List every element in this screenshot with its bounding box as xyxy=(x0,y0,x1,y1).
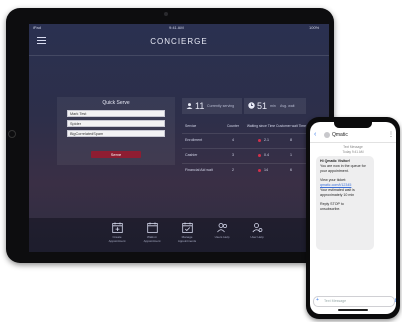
dock-label: Users Help xyxy=(214,235,230,239)
phone-device: ‹ Qmatic ⋮ Text Message Today 9:41 AM Hi… xyxy=(306,117,400,319)
calendar-check-icon xyxy=(181,222,193,233)
stat-wait: 51 min Avg. wait xyxy=(244,98,306,114)
dock-users-help[interactable]: Users Help xyxy=(209,222,235,239)
status-battery: 100% xyxy=(309,25,320,30)
app-header: CONCIERGE xyxy=(29,32,329,54)
stat-wait-value: 51 xyxy=(257,101,268,111)
stat-serving-label: Currently serving xyxy=(207,104,235,108)
message-line: your appointment. xyxy=(320,169,349,173)
message-timestamp: Text Message Today 9:41 AM xyxy=(342,145,364,154)
users-icon xyxy=(186,103,193,109)
message-line: Reply STOP to xyxy=(320,202,344,206)
row-wait: 2.1 xyxy=(264,138,269,142)
row-wait: 14 xyxy=(264,168,268,172)
phone-screen: ‹ Qmatic ⋮ Text Message Today 9:41 AM Hi… xyxy=(310,122,396,314)
quick-serve-field-name[interactable]: Mark Test xyxy=(67,110,165,117)
table-header-customer-wait[interactable]: Customer wait Time xyxy=(276,119,306,132)
alert-dot-icon xyxy=(258,138,261,142)
stat-wait-unit: min xyxy=(270,104,276,108)
calendar-add-icon xyxy=(111,222,123,233)
compose-placeholder: Text Message xyxy=(324,299,347,303)
quick-serve-panel: Quick Serve Mark Test Spider BigCorrelat… xyxy=(57,97,175,165)
message-line: unsubscribe. xyxy=(320,207,341,211)
status-bar: iPad 9:41 AM 100% xyxy=(29,24,329,32)
row-avg: 8 xyxy=(290,138,292,142)
table-row[interactable]: Financial Aid wait 2 14 6 xyxy=(182,163,306,178)
tablet-device: iPad 9:41 AM 100% CONCIERGE Quick Serve … xyxy=(6,8,334,263)
row-avg: 1 xyxy=(290,153,292,157)
table-header-waiting[interactable]: Waiting since Time xyxy=(246,119,276,132)
stat-wait-label: Avg. wait xyxy=(280,104,295,108)
clock-icon xyxy=(248,102,255,109)
message-bubble: Hi Qmatic Visitor! You are now in the qu… xyxy=(316,156,374,250)
bottom-dock: Create Appointment Walk-in Appointment M… xyxy=(29,218,329,252)
home-indicator xyxy=(338,309,368,311)
more-icon[interactable]: ⋮ xyxy=(388,131,394,138)
row-counter: 4 xyxy=(232,138,234,142)
status-time: 9:41 AM xyxy=(169,25,184,30)
tablet-home-button[interactable] xyxy=(8,130,16,138)
serve-button[interactable]: Serve xyxy=(91,151,141,158)
tablet-screen: iPad 9:41 AM 100% CONCIERGE Quick Serve … xyxy=(29,24,329,252)
message-compose-field[interactable]: + Text Message xyxy=(313,296,395,307)
dock-create-appointment[interactable]: Create Appointment xyxy=(104,222,130,243)
tablet-camera xyxy=(164,12,168,16)
status-carrier: iPad xyxy=(33,25,42,30)
service-table: Service Counter Waiting since Time Custo… xyxy=(182,119,306,177)
app-title: CONCIERGE xyxy=(150,37,208,46)
message-line: Hi Qmatic Visitor! xyxy=(320,159,351,163)
dock-label: Walk-in Appointment xyxy=(143,235,161,243)
header-divider xyxy=(29,55,329,56)
quick-serve-field-service[interactable]: Spider xyxy=(67,120,165,127)
avatar xyxy=(324,132,330,138)
dock-label: Create Appointment xyxy=(108,235,126,243)
row-service: Financial Aid wait xyxy=(185,168,213,172)
table-header-service[interactable]: Service xyxy=(182,119,223,132)
users-icon xyxy=(216,223,227,233)
row-service: Cashier xyxy=(185,153,198,157)
row-service: Enrollment xyxy=(185,138,203,142)
alert-dot-icon xyxy=(258,153,261,157)
row-avg: 6 xyxy=(290,168,292,172)
user-gear-icon xyxy=(251,223,262,233)
back-arrow-icon[interactable]: ‹ xyxy=(314,131,316,138)
table-header-counter[interactable]: Counter xyxy=(220,119,246,132)
stat-serving: 11 Currently serving xyxy=(182,98,242,114)
row-counter: 3 xyxy=(232,153,234,157)
dock-label: Manage Appointments xyxy=(177,235,197,243)
message-line: View your ticket: xyxy=(320,178,347,182)
contact-name: Qmatic xyxy=(332,132,348,138)
calendar-icon xyxy=(146,222,158,233)
table-row[interactable]: Cashier 3 0.4 1 xyxy=(182,148,306,163)
dock-manage-appointments[interactable]: Manage Appointments xyxy=(174,222,200,243)
dock-user-help[interactable]: User Help xyxy=(244,222,270,239)
dock-walkin-appointment[interactable]: Walk-in Appointment xyxy=(139,222,165,243)
alert-dot-icon xyxy=(258,168,261,172)
message-header: ‹ Qmatic ⋮ xyxy=(310,128,396,143)
table-row[interactable]: Enrollment 4 2.1 8 xyxy=(182,133,306,148)
message-line: You are now in the queue for xyxy=(320,164,366,168)
send-icon[interactable]: ➤ xyxy=(394,297,396,304)
stat-serving-value: 11 xyxy=(195,101,205,111)
quick-serve-field-note[interactable]: BigCorrelatedSpam xyxy=(67,130,165,137)
row-wait: 0.4 xyxy=(264,153,269,157)
dock-label: User Help xyxy=(250,235,264,239)
add-icon[interactable]: + xyxy=(316,297,319,303)
message-link[interactable]: qmatic.com/t/12345 xyxy=(320,183,351,188)
quick-serve-title: Quick Serve xyxy=(102,100,130,106)
row-counter: 2 xyxy=(232,168,234,172)
message-line: Your estimated wait is xyxy=(320,188,355,192)
message-line: approximately 10 min xyxy=(320,193,355,197)
